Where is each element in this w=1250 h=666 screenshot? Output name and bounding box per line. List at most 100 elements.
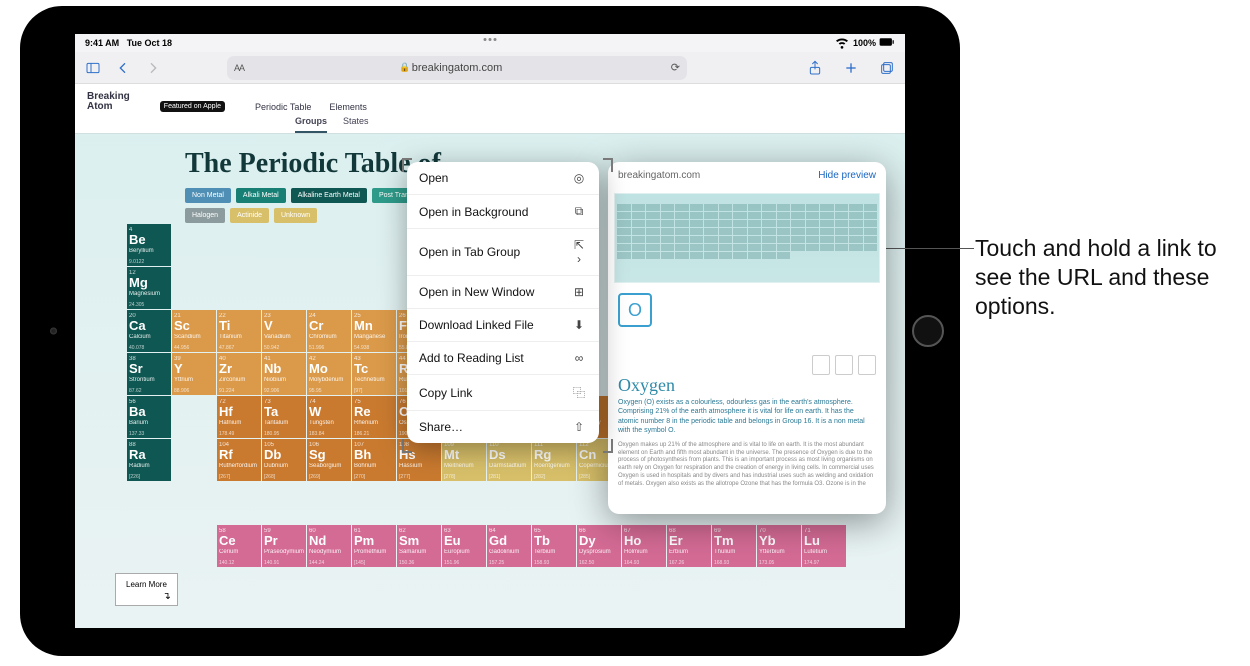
element-cell[interactable]: 109MtMeitnerium[278] [442, 439, 486, 481]
preview-paragraph: Oxygen makes up 21% of the atmosphere an… [608, 438, 886, 493]
ipad-screen: 9:41 AM Tue Oct 18 100% [75, 34, 905, 628]
element-cell[interactable]: 66DyDysprosium162.50 [577, 525, 621, 567]
arrow-down-circle-icon: ⬇ [571, 318, 587, 332]
element-cell[interactable]: 25MnManganese54.938 [352, 310, 396, 352]
status-date: Tue Oct 18 [127, 38, 172, 48]
wifi-icon [834, 34, 850, 52]
forward-button[interactable] [143, 58, 163, 78]
element-cell[interactable]: 58CeCerium140.12 [217, 525, 261, 567]
learn-more-button[interactable]: Learn More [115, 573, 178, 606]
page-tab[interactable]: Groups [295, 116, 327, 133]
element-cell[interactable]: 40ZrZirconium91.224 [217, 353, 261, 395]
context-menu-item[interactable]: Download Linked File⬇ [407, 309, 599, 342]
element-cell[interactable]: 88RaRadium[226] [127, 439, 171, 481]
legend-chip[interactable]: Halogen [185, 208, 225, 223]
context-menu-item[interactable]: Share…⇧ [407, 411, 599, 443]
element-cell[interactable]: 63EuEuropium151.96 [442, 525, 486, 567]
legend-chip[interactable]: Non Metal [185, 188, 231, 203]
element-cell[interactable]: 104RfRutherfordium[267] [217, 439, 261, 481]
element-cell[interactable]: 70YbYtterbium173.05 [757, 525, 801, 567]
element-cell[interactable]: 21ScScandium44.956 [172, 310, 216, 352]
element-cell[interactable]: 41NbNiobium92.906 [262, 353, 306, 395]
legend-chip[interactable]: Alkali Metal [236, 188, 286, 203]
page-tabs: Groups States [75, 112, 905, 134]
ipad-device-frame: 9:41 AM Tue Oct 18 100% [20, 6, 960, 656]
element-cell[interactable]: 111RgRoentgenium[282] [532, 439, 576, 481]
context-menu-label: Open in Background [419, 205, 528, 219]
share-icon: ⇧ [571, 420, 587, 434]
back-button[interactable] [113, 58, 133, 78]
nav-link[interactable]: Elements [329, 102, 367, 112]
element-cell[interactable]: 59PrPraseodymium140.91 [262, 525, 306, 567]
context-menu-label: Open in New Window [419, 285, 534, 299]
page-tab[interactable]: States [343, 116, 369, 133]
element-cell[interactable]: 62SmSamarium150.36 [397, 525, 441, 567]
element-cell[interactable]: 72HfHafnium178.49 [217, 396, 261, 438]
plus-square-behind-icon: ⧉ [571, 204, 587, 219]
status-time: 9:41 AM [85, 38, 119, 48]
element-cell[interactable]: 71LuLutetium174.97 [802, 525, 846, 567]
preview-mini-table [614, 193, 880, 283]
element-cell[interactable]: 67HoHolmium164.93 [622, 525, 666, 567]
site-logo[interactable]: Breaking Atom [87, 92, 130, 112]
element-cell[interactable]: 75ReRhenium186.21 [352, 396, 396, 438]
element-cell[interactable]: 56BaBarium137.33 [127, 396, 171, 438]
element-cell[interactable]: 69TmThulium168.93 [712, 525, 756, 567]
share-button[interactable] [805, 58, 825, 78]
element-cell[interactable]: 61PmPromethium[145] [352, 525, 396, 567]
element-cell[interactable]: 107BhBohrium[270] [352, 439, 396, 481]
page-settings-button[interactable]: AA [234, 63, 244, 73]
element-cell[interactable]: 42MoMolybdenum95.95 [307, 353, 351, 395]
element-cell[interactable]: 64GdGadolinium157.25 [487, 525, 531, 567]
featured-badge-text: Featured on Apple [164, 103, 221, 110]
sidebar-toggle-button[interactable] [83, 58, 103, 78]
nav-link[interactable]: Periodic Table [255, 102, 311, 112]
context-menu-item[interactable]: Open in Background ⧉ [407, 195, 599, 229]
context-menu-item[interactable]: Open in New Window ⊞ [407, 276, 599, 309]
preview-symbol: O [628, 300, 642, 321]
lock-icon: 🔒 [399, 62, 410, 73]
hide-preview-button[interactable]: Hide preview [818, 170, 876, 181]
legend-chip[interactable]: Actinide [230, 208, 269, 223]
status-bar: 9:41 AM Tue Oct 18 100% [75, 34, 905, 52]
element-cell[interactable]: 39YYttrium88.906 [172, 353, 216, 395]
window-plus-icon: ⊞ [571, 285, 587, 299]
preview-stat-boxes [812, 355, 876, 375]
element-cell[interactable]: 22TiTitanium47.867 [217, 310, 261, 352]
element-tile-icon: O [618, 293, 652, 327]
element-cell[interactable]: 23VVanadium50.942 [262, 310, 306, 352]
element-cell[interactable]: 68ErErbium167.26 [667, 525, 711, 567]
element-cell[interactable]: 43TcTechnetium[97] [352, 353, 396, 395]
link-preview-card[interactable]: breakingatom.com Hide preview O Oxygen O… [608, 162, 886, 514]
site-header: Breaking Atom Featured on Apple Periodic… [75, 84, 905, 112]
battery-percent: 100% [853, 38, 876, 48]
learn-more-label: Learn More [126, 580, 167, 589]
glasses-icon: ∞ [571, 351, 587, 365]
context-menu-label: Copy Link [419, 386, 472, 400]
new-tab-button[interactable] [841, 58, 861, 78]
element-cell[interactable]: 73TaTantalum180.95 [262, 396, 306, 438]
context-menu-item[interactable]: Copy Link⿻ [407, 375, 599, 411]
element-cell[interactable]: 65TbTerbium158.93 [532, 525, 576, 567]
reload-button[interactable]: ⟳ [671, 61, 680, 74]
battery-icon [879, 34, 895, 52]
legend-chip[interactable]: Alkaline Earth Metal [291, 188, 367, 203]
element-cell[interactable]: 60NdNeodymium144.24 [307, 525, 351, 567]
context-menu-item[interactable]: Open in Tab Group⇱ › [407, 229, 599, 276]
address-bar[interactable]: AA 🔒 breakingatom.com ⟳ [227, 56, 687, 80]
context-menu-item[interactable]: Open◎ [407, 162, 599, 195]
element-cell[interactable]: 20CaCalcium40.078 [127, 310, 171, 352]
context-menu-item[interactable]: Add to Reading List∞ [407, 342, 599, 375]
safari-toolbar: AA 🔒 breakingatom.com ⟳ [75, 52, 905, 84]
element-cell[interactable]: 106SgSeaborgium[269] [307, 439, 351, 481]
element-cell[interactable]: 105DbDubnium[268] [262, 439, 306, 481]
element-cell[interactable]: 74WTungsten183.84 [307, 396, 351, 438]
focus-bracket-icon [603, 158, 613, 172]
element-cell[interactable]: 110DsDarmstadtium[281] [487, 439, 531, 481]
element-cell[interactable]: 12MgMagnesium24.305 [127, 267, 171, 309]
tabs-button[interactable] [877, 58, 897, 78]
element-cell[interactable]: 38SrStrontium87.62 [127, 353, 171, 395]
element-cell[interactable]: 4BeBeryllium9.0122 [127, 224, 171, 266]
element-cell[interactable]: 24CrChromium51.996 [307, 310, 351, 352]
legend-chip[interactable]: Unknown [274, 208, 317, 223]
